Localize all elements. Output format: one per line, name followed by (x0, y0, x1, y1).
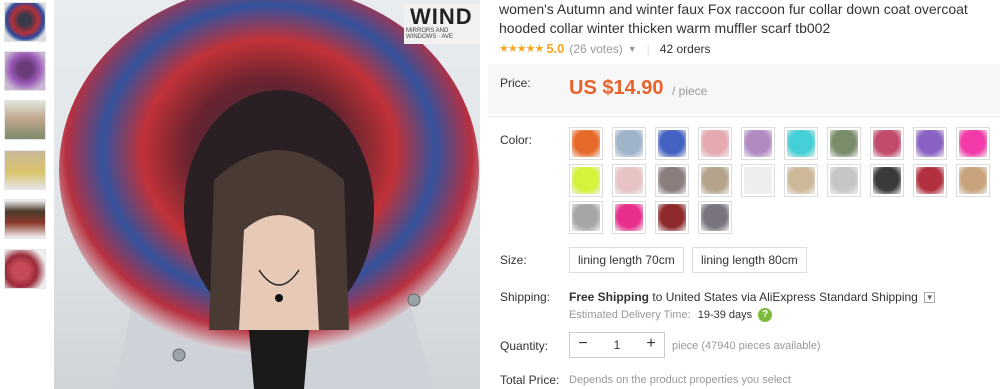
color-swatch-grey-fur[interactable] (569, 201, 603, 234)
quantity-increase-button[interactable]: + (638, 333, 664, 357)
swatch-image (830, 167, 858, 194)
main-product-image[interactable]: WIND MIRRORS AND WINDOWS · AVE (54, 0, 480, 389)
color-swatch-light-blue-fur[interactable] (612, 127, 646, 160)
color-swatch-silver-fur[interactable] (827, 164, 861, 197)
estimated-delivery: Estimated Delivery Time: 19-39 days ? (569, 308, 773, 322)
color-swatch-aqua-fur[interactable] (784, 127, 818, 160)
price-section (488, 64, 1000, 114)
quantity-input[interactable]: 1 (596, 333, 638, 357)
product-info-panel: women's Autumn and winter faux Fox racco… (488, 0, 1000, 389)
order-count: 42 orders (659, 41, 711, 56)
help-icon[interactable]: ? (758, 308, 773, 322)
thumbnail-6[interactable] (4, 249, 46, 289)
swatch-image (830, 130, 858, 157)
swatch-image (658, 204, 686, 231)
swatch-image (572, 130, 600, 157)
swatch-image (873, 167, 901, 194)
swatch-image (615, 167, 643, 194)
color-swatch-dark-red-fur[interactable] (655, 201, 689, 234)
color-swatch-camel-fur[interactable] (956, 164, 990, 197)
swatch-image (701, 130, 729, 157)
color-swatch-grey-brown-fur[interactable] (655, 164, 689, 197)
color-label: Color: (500, 133, 533, 147)
color-swatch-green-brown-fur[interactable] (827, 127, 861, 160)
swatch-image (744, 130, 772, 157)
color-swatch-red-mix-fur[interactable] (913, 164, 947, 197)
total-price-label: Total Price: (500, 373, 560, 387)
shipping-label: Shipping: (500, 290, 551, 304)
color-swatch-slate-fur[interactable] (698, 201, 732, 234)
swatch-image (959, 130, 987, 157)
color-swatch-lilac-fur[interactable] (741, 127, 775, 160)
color-swatch-neon-yellow-fur[interactable] (569, 164, 603, 197)
color-swatch-beige-fur[interactable] (784, 164, 818, 197)
rating-row: ★★★★★ 5.0 (26 votes) ▼ | 42 orders (499, 41, 711, 56)
swatch-image (787, 167, 815, 194)
swatch-image (615, 204, 643, 231)
rating-score: 5.0 (546, 41, 565, 56)
chevron-down-icon[interactable]: ▼ (628, 44, 637, 54)
swatch-image (658, 167, 686, 194)
color-swatch-blue-fur[interactable] (655, 127, 689, 160)
shipping-info: Free Shipping to United States via AliEx… (569, 290, 936, 304)
color-swatch-black-fur[interactable] (870, 164, 904, 197)
swatch-image (959, 167, 987, 194)
color-swatch-white-fur[interactable] (741, 164, 775, 197)
store-sign-subtext: MIRRORS AND WINDOWS · AVE (406, 28, 453, 40)
quantity-label: Quantity: (500, 339, 549, 353)
shipping-destination[interactable]: to United States via AliExpress Standard… (652, 290, 918, 304)
chevron-down-icon[interactable]: ▼ (924, 292, 936, 304)
estimated-delivery-label: Estimated Delivery Time: (569, 308, 691, 321)
color-swatch-hot-pink-fur[interactable] (956, 127, 990, 160)
quantity-availability: piece (47940 pieces available) (672, 340, 821, 352)
rating-stars-icon: ★★★★★ (499, 43, 544, 55)
total-price-note: Depends on the product properties you se… (569, 374, 791, 386)
color-swatch-natural-fur[interactable] (698, 164, 732, 197)
color-swatch-orange-fur[interactable] (569, 127, 603, 160)
color-swatch-magenta-fur[interactable] (612, 201, 646, 234)
swatch-image (744, 167, 772, 194)
color-swatch-pink-fur[interactable] (698, 127, 732, 160)
estimated-delivery-days: 19-39 days (697, 308, 753, 321)
swatch-image (658, 130, 686, 157)
size-option-80cm[interactable]: lining length 80cm (692, 247, 807, 273)
price-value: US $14.90 (569, 77, 664, 99)
product-title: women's Autumn and winter faux Fox racco… (499, 1, 968, 36)
thumbnail-list (0, 0, 50, 389)
thumbnail-3[interactable] (4, 100, 46, 140)
divider: | (646, 41, 650, 56)
thumbnail-1[interactable] (4, 2, 46, 42)
color-swatch-pale-pink-fur[interactable] (612, 164, 646, 197)
thumbnail-5[interactable] (4, 199, 46, 239)
color-swatch-rose-fur[interactable] (870, 127, 904, 160)
size-option-70cm[interactable]: lining length 70cm (569, 247, 684, 273)
divider (488, 116, 1000, 117)
swatch-image (916, 130, 944, 157)
swatch-image (701, 167, 729, 194)
quantity-decrease-button[interactable]: − (570, 333, 596, 357)
size-label: Size: (500, 253, 527, 267)
swatch-image (916, 167, 944, 194)
swatch-image (615, 130, 643, 157)
swatch-image (701, 204, 729, 231)
free-shipping-text: Free Shipping (569, 290, 650, 304)
swatch-image (572, 167, 600, 194)
price-unit: / piece (672, 84, 708, 98)
thumbnail-4[interactable] (4, 150, 46, 190)
quantity-stepper: − 1 + (569, 332, 665, 358)
swatch-image (873, 130, 901, 157)
swatch-image (572, 204, 600, 231)
store-sign-text: WIND (410, 4, 473, 29)
color-swatch-purple-fur[interactable] (913, 127, 947, 160)
rating-votes[interactable]: (26 votes) (569, 42, 622, 56)
thumbnail-2[interactable] (4, 51, 46, 91)
swatch-image (787, 130, 815, 157)
fur-hood-illustration (59, 0, 479, 389)
price-label: Price: (500, 76, 531, 90)
